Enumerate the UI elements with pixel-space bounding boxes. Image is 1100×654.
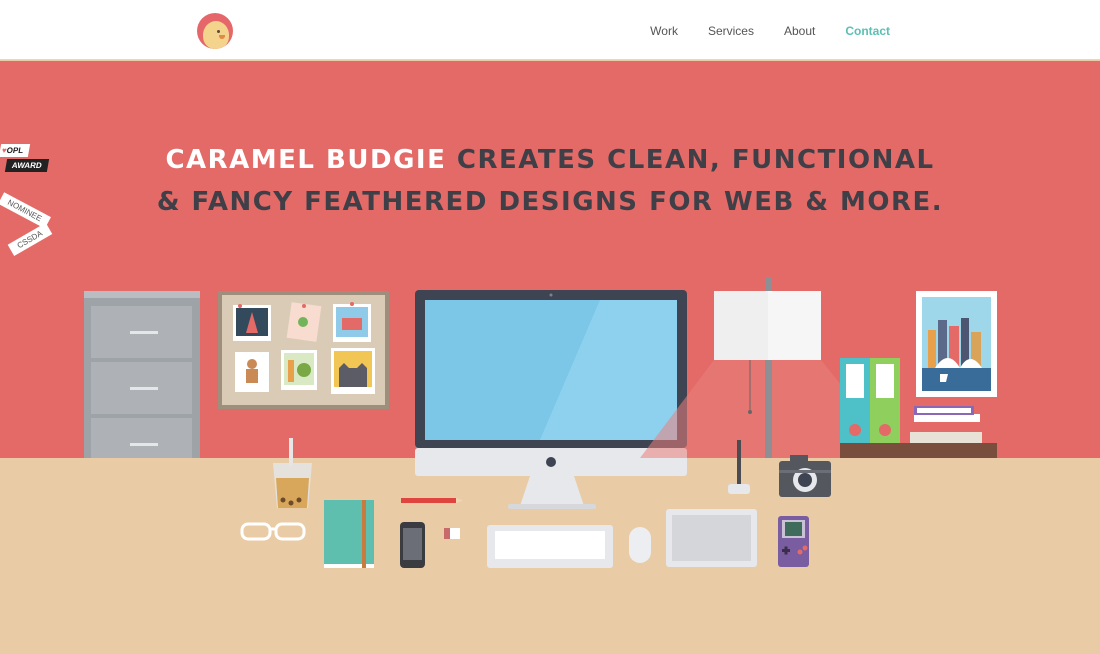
pencil-icon (401, 498, 463, 503)
filing-cabinet-icon (84, 291, 200, 458)
camera-icon (779, 455, 831, 497)
notebook-icon (324, 500, 374, 568)
mouse-icon (629, 527, 651, 563)
keyboard-icon (487, 525, 613, 568)
bubble-tea-icon (273, 438, 312, 508)
drawing-tablet-icon (666, 509, 757, 567)
office-illustration (84, 277, 997, 568)
eraser-icon (444, 528, 460, 539)
city-poster-icon (916, 291, 997, 397)
glasses-icon (240, 522, 306, 541)
photo-board-icon (218, 291, 389, 409)
phone-icon (400, 522, 425, 568)
imac-computer-icon (415, 290, 687, 509)
gameboy-icon (778, 516, 809, 567)
